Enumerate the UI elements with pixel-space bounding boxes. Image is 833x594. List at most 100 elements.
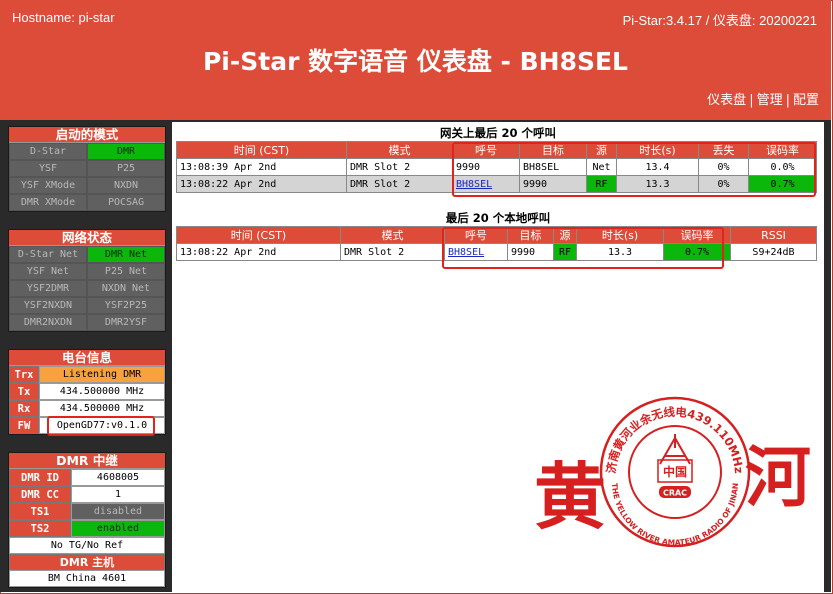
modes-panel-title: 启动的模式 bbox=[9, 127, 165, 143]
dmr-master-title: DMR 主机 bbox=[9, 554, 165, 570]
gateway-callsign-cell: 9990 bbox=[452, 158, 520, 176]
table-row: 13:08:39 Apr 2nd DMR Slot 2 9990 BH8SEL Net 1… bbox=[176, 158, 817, 176]
local-header-cell: 模式 bbox=[340, 226, 445, 244]
ts1-value: disabled bbox=[71, 503, 165, 520]
local-ber-cell: 0.7% bbox=[663, 243, 731, 261]
version-label: Pi-Star:3.4.17 / 仪表盘: 20200221 bbox=[622, 13, 817, 28]
gateway-callsign-cell[interactable]: BH8SEL bbox=[452, 175, 520, 193]
ts2-value: enabled bbox=[71, 520, 165, 537]
seal-emblem: 济南黄河业余无线电439.110MHz THE YELLOW RIVER AMA… bbox=[599, 396, 751, 548]
page-title: Pi-Star 数字语音 仪表盘 - BH8SEL bbox=[202, 47, 628, 76]
logo-char-left: 黄 bbox=[534, 454, 606, 539]
gateway-src-cell: RF bbox=[586, 175, 617, 193]
mode-p25: P25 bbox=[87, 160, 165, 177]
nav-dashboard-link[interactable]: 仪表盘 bbox=[707, 93, 746, 108]
trx-value: Listening DMR bbox=[39, 366, 165, 383]
seal-badge-text: CRAC bbox=[663, 489, 687, 498]
modes-grid: D-Star DMR YSF P25 YSF XMode NXDN DMR XMode POC… bbox=[9, 143, 165, 211]
table-row: 13:08:22 Apr 2nd DMR Slot 2 BH8SEL 9990 RF 13… bbox=[176, 175, 817, 193]
radio-info-panel: 电台信息 Trx Listening DMR Tx 434.500000 MHz… bbox=[8, 349, 166, 435]
yellow-river-logo: 黄 河 济南黄河业余无线电439.110MHz THE YELLOW RIVER… bbox=[534, 396, 811, 548]
local-header-cell: 时长(s) bbox=[576, 226, 664, 244]
net-ysf-net: YSF Net bbox=[9, 263, 87, 280]
logo-char-right: 河 bbox=[745, 438, 811, 516]
nav-config-link[interactable]: 配置 bbox=[793, 93, 819, 108]
local-src-cell: RF bbox=[553, 243, 577, 261]
gateway-ber-cell: 0.0% bbox=[748, 158, 817, 176]
gateway-loss-cell: 0% bbox=[698, 175, 749, 193]
mode-d-star: D-Star bbox=[9, 143, 87, 160]
gateway-target-cell: BH8SEL bbox=[519, 158, 587, 176]
local-header-cell: RSSI bbox=[730, 226, 817, 244]
local-calls-title: 最后 20 个本地呼叫 bbox=[445, 211, 551, 225]
gateway-time-cell: 13:08:22 Apr 2nd bbox=[176, 175, 347, 193]
gateway-dur-cell: 13.3 bbox=[616, 175, 699, 193]
gateway-mode-cell: DMR Slot 2 bbox=[346, 158, 453, 176]
dmr-cc-label: DMR CC bbox=[9, 486, 71, 503]
local-header-cell: 时间 (CST) bbox=[176, 226, 341, 244]
fw-value: OpenGD77:v0.1.0 bbox=[39, 417, 165, 434]
mode-dmr-xmode: DMR XMode bbox=[9, 194, 87, 211]
top-nav: 仪表盘 | 管理 | 配置 bbox=[707, 93, 819, 108]
page-header: Hostname: pi-star Pi-Star:3.4.17 / 仪表盘: … bbox=[0, 0, 831, 120]
local-target-cell: 9990 bbox=[507, 243, 554, 261]
mode-nxdn: NXDN bbox=[87, 177, 165, 194]
gateway-time-cell: 13:08:39 Apr 2nd bbox=[176, 158, 347, 176]
dmr-cc-value: 1 bbox=[71, 486, 165, 503]
local-rssi-cell: S9+24dB bbox=[730, 243, 817, 261]
gateway-calls-table: 时间 (CST) 模式 呼号 目标源时长(s) 丢失 误码率 13:08:39 Apr 2… bbox=[176, 141, 817, 193]
dmr-id-label: DMR ID bbox=[9, 469, 71, 486]
net-nxdn-net: NXDN Net bbox=[87, 280, 165, 297]
gateway-loss-cell: 0% bbox=[698, 158, 749, 176]
dmr-panel: DMR 中继 DMR ID 4608005 DMR CC 1 TS1 disab… bbox=[8, 452, 166, 588]
table-row: 13:08:22 Apr 2nd DMR Slot 2 BH8SEL 9990 RF 13… bbox=[176, 243, 817, 261]
gateway-header-cell: 丢失 bbox=[698, 141, 749, 159]
gateway-dur-cell: 13.4 bbox=[616, 158, 699, 176]
net-ysf2nxdn: YSF2NXDN bbox=[9, 297, 87, 314]
local-header-cell: 误码率 bbox=[663, 226, 731, 244]
radio-info-title: 电台信息 bbox=[9, 350, 165, 366]
network-panel: 网络状态 D-Star Net DMR Net YSF Net P25 Net YSF2… bbox=[8, 229, 166, 332]
gateway-header-cell: 时长(s) bbox=[616, 141, 699, 159]
net-ysf2dmr: YSF2DMR bbox=[9, 280, 87, 297]
net-d-star-net: D-Star Net bbox=[9, 246, 87, 263]
local-time-cell: 13:08:22 Apr 2nd bbox=[176, 243, 341, 261]
ts1-label: TS1 bbox=[9, 503, 71, 520]
dmr-id-value: 4608005 bbox=[71, 469, 165, 486]
local-calls-table: 时间 (CST) 模式 呼号 目标源时长(s) 误码率 RSSI 13:08:22 Apr… bbox=[176, 226, 817, 261]
gateway-header-cell: 源 bbox=[586, 141, 617, 159]
rx-value: 434.500000 MHz bbox=[39, 400, 165, 417]
talkgroup-value: No TG/No Ref bbox=[9, 537, 165, 554]
gateway-header-cell: 误码率 bbox=[748, 141, 817, 159]
dmr-panel-title: DMR 中继 bbox=[9, 453, 165, 469]
local-dur-cell: 13.3 bbox=[576, 243, 664, 261]
gateway-calls-title: 网关上最后 20 个呼叫 bbox=[439, 126, 556, 140]
local-mode-cell: DMR Slot 2 bbox=[340, 243, 445, 261]
dmr-master-value: BM China 4601 bbox=[9, 570, 165, 587]
gateway-header-cell: 呼号 bbox=[452, 141, 520, 159]
net-dmr-net: DMR Net bbox=[87, 246, 165, 263]
gateway-target-cell: 9990 bbox=[519, 175, 587, 193]
mode-ysf: YSF bbox=[9, 160, 87, 177]
local-header-cell: 目标 bbox=[507, 226, 554, 244]
local-callsign-cell[interactable]: BH8SEL bbox=[444, 243, 508, 261]
tx-value: 434.500000 MHz bbox=[39, 383, 165, 400]
net-dmr2ysf: DMR2YSF bbox=[87, 314, 165, 331]
fw-label: FW bbox=[9, 417, 39, 434]
rx-label: Rx bbox=[9, 400, 39, 417]
gateway-header-cell: 目标 bbox=[519, 141, 587, 159]
net-dmr2nxdn: DMR2NXDN bbox=[9, 314, 87, 331]
local-header-cell: 呼号 bbox=[444, 226, 508, 244]
net-ysf2p25: YSF2P25 bbox=[87, 297, 165, 314]
network-grid: D-Star Net DMR Net YSF Net P25 Net YSF2DMR NX… bbox=[9, 246, 165, 331]
tx-label: Tx bbox=[9, 383, 39, 400]
gateway-mode-cell: DMR Slot 2 bbox=[346, 175, 453, 193]
gateway-header-cell: 时间 (CST) bbox=[176, 141, 347, 159]
gateway-src-cell: Net bbox=[586, 158, 617, 176]
local-header-cell: 源 bbox=[553, 226, 577, 244]
mode-dmr: DMR bbox=[87, 143, 165, 160]
mode-ysf-xmode: YSF XMode bbox=[9, 177, 87, 194]
gateway-ber-cell: 0.7% bbox=[748, 175, 817, 193]
nav-admin-link[interactable]: 管理 bbox=[757, 93, 783, 108]
hostname-label: Hostname: pi-star bbox=[12, 10, 115, 25]
